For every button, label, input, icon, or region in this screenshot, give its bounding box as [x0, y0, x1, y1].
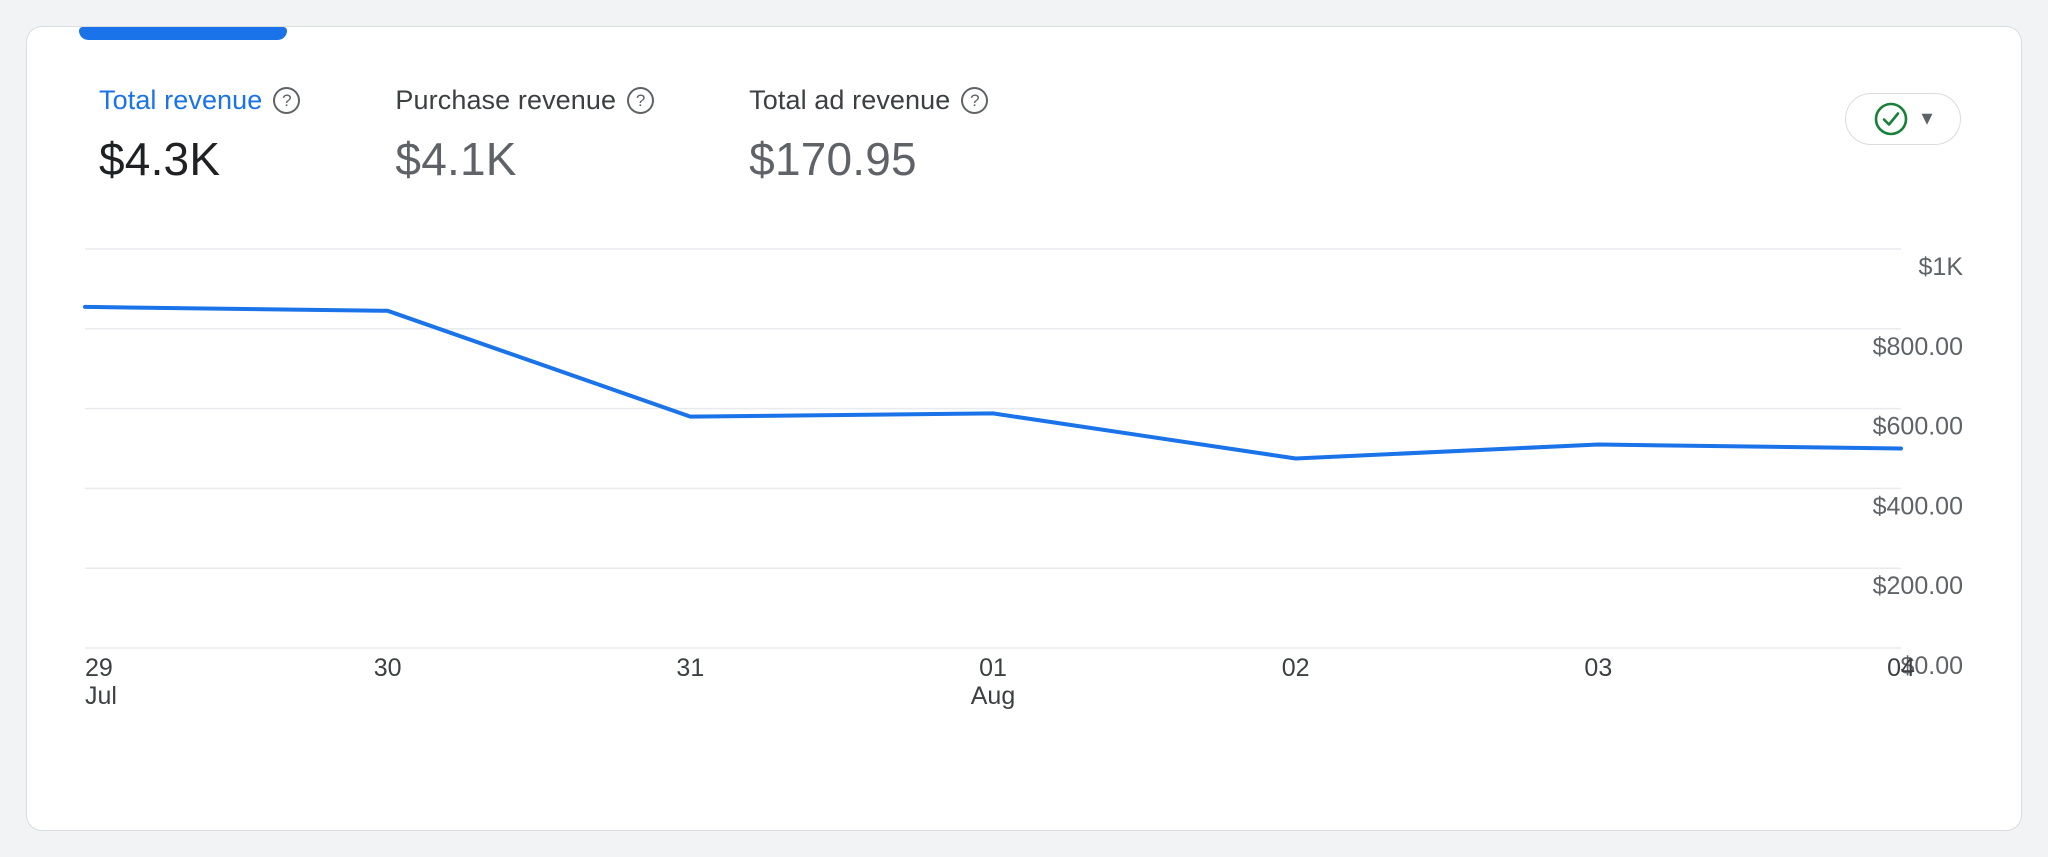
x-axis-tick-label: 04	[1887, 654, 1915, 682]
metrics-row: Total revenue ? $4.3K Purchase revenue ?…	[99, 85, 988, 186]
help-icon[interactable]: ?	[627, 87, 654, 114]
x-axis-tick-label: 01	[979, 654, 1007, 682]
y-axis-tick-label: $1K	[1919, 253, 1964, 281]
y-axis-tick-label: $400.00	[1873, 492, 1963, 520]
y-axis-tick-label: $600.00	[1873, 413, 1963, 441]
metric-label: Total ad revenue	[749, 85, 950, 116]
x-axis-month-label: Aug	[971, 682, 1015, 710]
metric-label-row: Purchase revenue ?	[395, 85, 654, 116]
y-axis-tick-label: $200.00	[1873, 572, 1963, 600]
help-icon[interactable]: ?	[961, 87, 988, 114]
metric-value: $4.1K	[395, 132, 654, 186]
help-icon[interactable]: ?	[273, 87, 300, 114]
x-axis-tick-label: 30	[374, 654, 402, 682]
check-circle-icon	[1873, 101, 1909, 137]
x-axis-tick-label: 29	[85, 654, 113, 682]
metric-label-row: Total ad revenue ?	[749, 85, 988, 116]
x-axis-tick-label: 02	[1282, 654, 1310, 682]
metric-tab-total-ad-revenue[interactable]: Total ad revenue ? $170.95	[749, 85, 988, 186]
y-axis-tick-label: $800.00	[1873, 333, 1963, 361]
metric-label: Purchase revenue	[395, 85, 616, 116]
x-axis-tick-label: 03	[1584, 654, 1612, 682]
selected-metric-indicator	[79, 27, 287, 40]
revenue-line-series	[85, 307, 1901, 459]
metric-tab-total-revenue[interactable]: Total revenue ? $4.3K	[99, 85, 300, 186]
metric-value: $4.3K	[99, 132, 300, 186]
metric-label-row: Total revenue ?	[99, 85, 300, 116]
metric-value: $170.95	[749, 132, 988, 186]
metric-label: Total revenue	[99, 85, 262, 116]
metric-tab-purchase-revenue[interactable]: Purchase revenue ? $4.1K	[395, 85, 654, 186]
x-axis-tick-label: 31	[676, 654, 704, 682]
revenue-card: Total revenue ? $4.3K Purchase revenue ?…	[26, 26, 2022, 831]
x-axis-month-label: Jul	[85, 682, 117, 710]
revenue-line-chart[interactable]: $1K$800.00$600.00$400.00$200.00$0.0029Ju…	[27, 223, 2023, 723]
data-quality-dropdown-button[interactable]: ▾	[1845, 93, 1961, 145]
chevron-down-icon: ▾	[1921, 107, 1932, 129]
